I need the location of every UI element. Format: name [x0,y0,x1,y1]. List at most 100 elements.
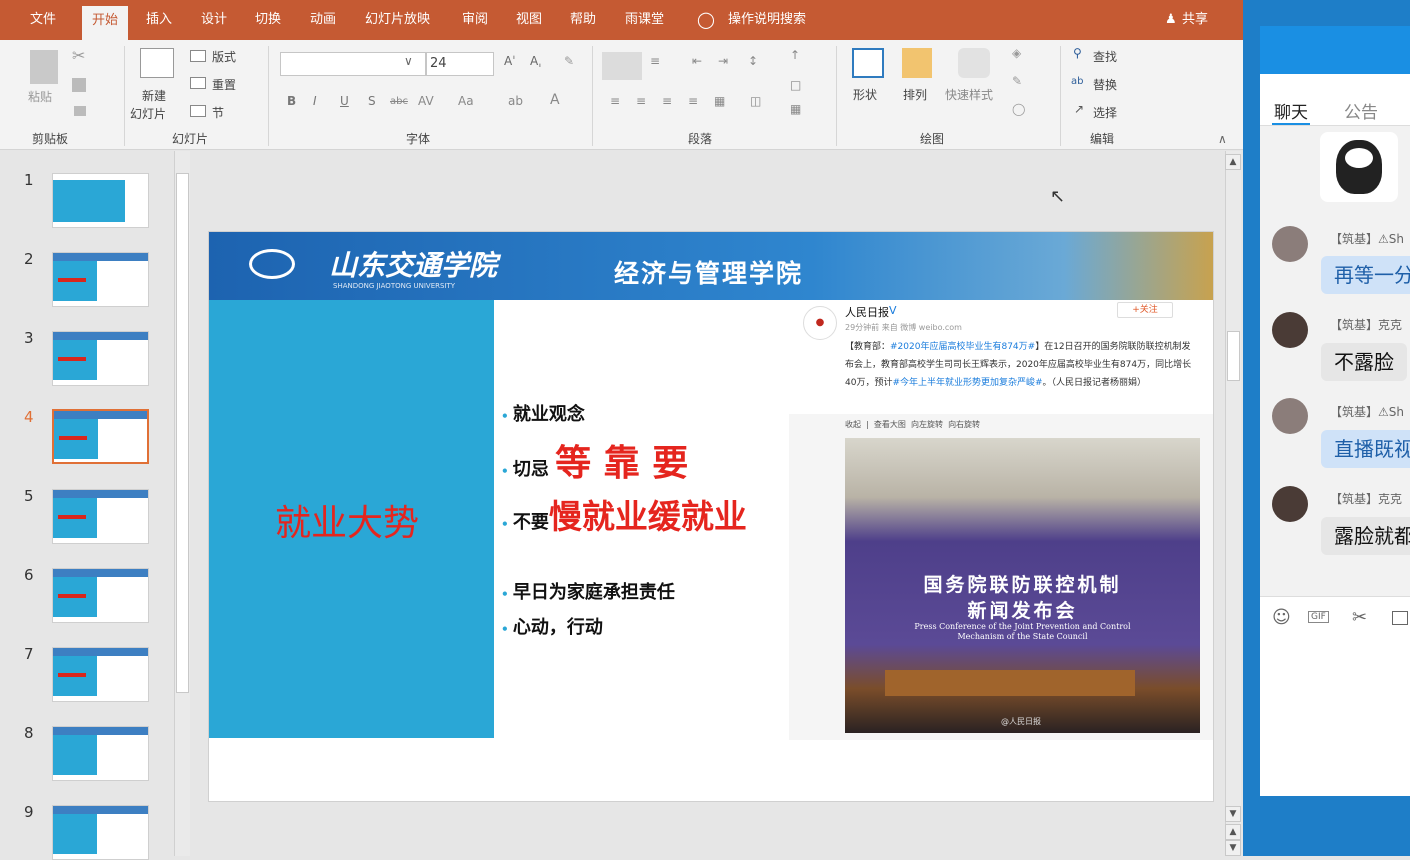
thumb-number: 3 [24,329,34,347]
view-large-action[interactable]: 查看大图 [874,420,906,429]
scroll-up-icon[interactable]: ▲ [1225,154,1241,170]
shapes-label[interactable]: 形状 [853,86,877,103]
format-painter-icon[interactable] [74,106,86,116]
decrease-indent-button[interactable]: ⇤ [692,54,702,68]
share-button[interactable]: 共享 [1182,0,1208,40]
slide-thumbnail-4[interactable] [52,409,149,464]
avatar[interactable] [1272,312,1308,348]
tab-help[interactable]: 帮助 [570,0,596,40]
reset-icon [190,77,206,89]
tab-rain-classroom[interactable]: 雨课堂 [625,0,664,40]
align-right-button[interactable]: ≡ [662,94,672,108]
justify-button[interactable]: ≡ [688,94,698,108]
avatar[interactable] [1272,226,1308,262]
section-button[interactable]: 节 [212,104,224,121]
select-button[interactable]: 选择 [1093,104,1117,121]
chat-input-area[interactable]: ☺ GIF ✂ [1260,596,1410,796]
align-text-button[interactable]: □ [790,78,801,92]
prev-slide-icon[interactable]: ▲ [1225,824,1241,840]
font-size-field[interactable]: 24 [426,52,494,76]
current-slide[interactable]: 山东交通学院 SHANDONG JIAOTONG UNIVERSITY 经济与管… [208,231,1214,802]
thumb-scrollbar[interactable] [174,151,190,856]
tab-transitions[interactable]: 切换 [255,0,281,40]
tab-home[interactable]: 开始 [82,6,129,40]
layout-button[interactable]: 版式 [212,48,236,65]
tab-view[interactable]: 视图 [516,0,542,40]
line-spacing-button[interactable]: ↕ [748,54,758,68]
new-slide-label-2[interactable]: 幻灯片 [130,105,166,122]
gif-icon[interactable]: GIF [1308,611,1329,623]
highlight-button[interactable]: ab [508,94,523,108]
slide-thumbnail-2[interactable] [52,252,149,307]
folder-icon[interactable] [1392,611,1408,625]
canvas-scrollbar[interactable] [1225,151,1241,856]
slide-thumbnail-8[interactable] [52,726,149,781]
slide-thumbnail-1[interactable] [52,173,149,228]
paste-icon[interactable] [30,50,58,84]
copy-icon[interactable] [72,78,86,92]
arrange-label[interactable]: 排列 [903,86,927,103]
avatar[interactable] [1272,398,1308,434]
chevron-down-icon[interactable]: ∨ [404,54,413,68]
tab-animations[interactable]: 动画 [310,0,336,40]
slide-thumbnail-5[interactable] [52,489,149,544]
slide-thumbnail-3[interactable] [52,331,149,386]
scroll-down-icon[interactable]: ▼ [1225,806,1241,822]
tab-insert[interactable]: 插入 [146,0,172,40]
columns-button[interactable]: ◫ [750,94,761,108]
collapse-action[interactable]: 收起 [845,420,861,429]
tab-chat[interactable]: 聊天 [1274,98,1308,123]
shadow-button[interactable]: S [368,94,376,108]
tab-review[interactable]: 审阅 [462,0,488,40]
reset-button[interactable]: 重置 [212,76,236,93]
quick-styles-icon[interactable] [958,48,990,78]
shape-fill-icon[interactable]: ◈ [1012,46,1021,60]
shape-effects-icon[interactable]: ◯ [1012,102,1025,116]
align-center-button[interactable]: ≡ [636,94,646,108]
tab-notice[interactable]: 公告 [1344,98,1378,123]
smartart-button[interactable]: ▦ [790,102,801,116]
increase-font-icon[interactable]: Aˈ [504,54,516,68]
rotate-right-action[interactable]: 向右旋转 [948,420,980,429]
collapse-ribbon-icon[interactable]: ∧ [1218,132,1227,146]
tab-file[interactable]: 文件 [30,0,56,40]
emoji-icon[interactable]: ☺ [1272,607,1291,628]
replace-button[interactable]: 替换 [1093,76,1117,93]
align-left-button[interactable]: ≡ [610,94,620,108]
bold-button[interactable]: B [287,94,296,108]
underline-button[interactable]: U [340,94,349,108]
cut-icon[interactable]: ✂ [72,46,85,65]
italic-button[interactable]: I [313,94,317,108]
slide-thumbnail-7[interactable] [52,647,149,702]
avatar[interactable] [1272,486,1308,522]
follow-button[interactable]: +关注 [1117,302,1173,318]
distributed-button[interactable]: ▦ [714,94,725,108]
post-hashtag-1[interactable]: #2020年应届高校毕业生有874万# [890,342,1035,352]
post-hashtag-2[interactable]: #今年上半年就业形势更加复杂严峻# [892,378,1042,388]
tell-me-search[interactable]: 操作说明搜索 [728,0,806,40]
arrange-icon[interactable] [902,48,932,78]
text-direction-button[interactable]: ↑ [790,48,800,62]
bullet-2: • 切忌 等 靠 要 [501,442,689,484]
quick-styles-label[interactable]: 快速样式 [945,86,993,103]
slide-thumbnail-9[interactable] [52,805,149,860]
decrease-font-icon[interactable]: Aˌ [530,54,542,68]
rotate-left-action[interactable]: 向左旋转 [911,420,943,429]
increase-indent-button[interactable]: ⇥ [718,54,728,68]
shapes-icon[interactable] [852,48,884,78]
numbering-button[interactable]: ≡ [650,54,660,68]
tab-slideshow[interactable]: 幻灯片放映 [365,0,430,40]
bullets-button[interactable] [602,52,642,80]
strikethrough-button[interactable]: abc [390,96,408,107]
find-button[interactable]: 查找 [1093,48,1117,65]
change-case-button[interactable]: Aa [458,94,474,108]
scissors-icon[interactable]: ✂ [1352,607,1367,628]
slide-thumbnail-6[interactable] [52,568,149,623]
font-color-button[interactable]: A [550,92,560,108]
shape-outline-icon[interactable]: ✎ [1012,74,1022,88]
clear-format-icon[interactable]: ✎ [564,54,574,68]
new-slide-icon[interactable] [140,48,174,78]
next-slide-icon[interactable]: ▼ [1225,840,1241,856]
spacing-button[interactable]: AV [418,94,434,108]
tab-design[interactable]: 设计 [201,0,227,40]
